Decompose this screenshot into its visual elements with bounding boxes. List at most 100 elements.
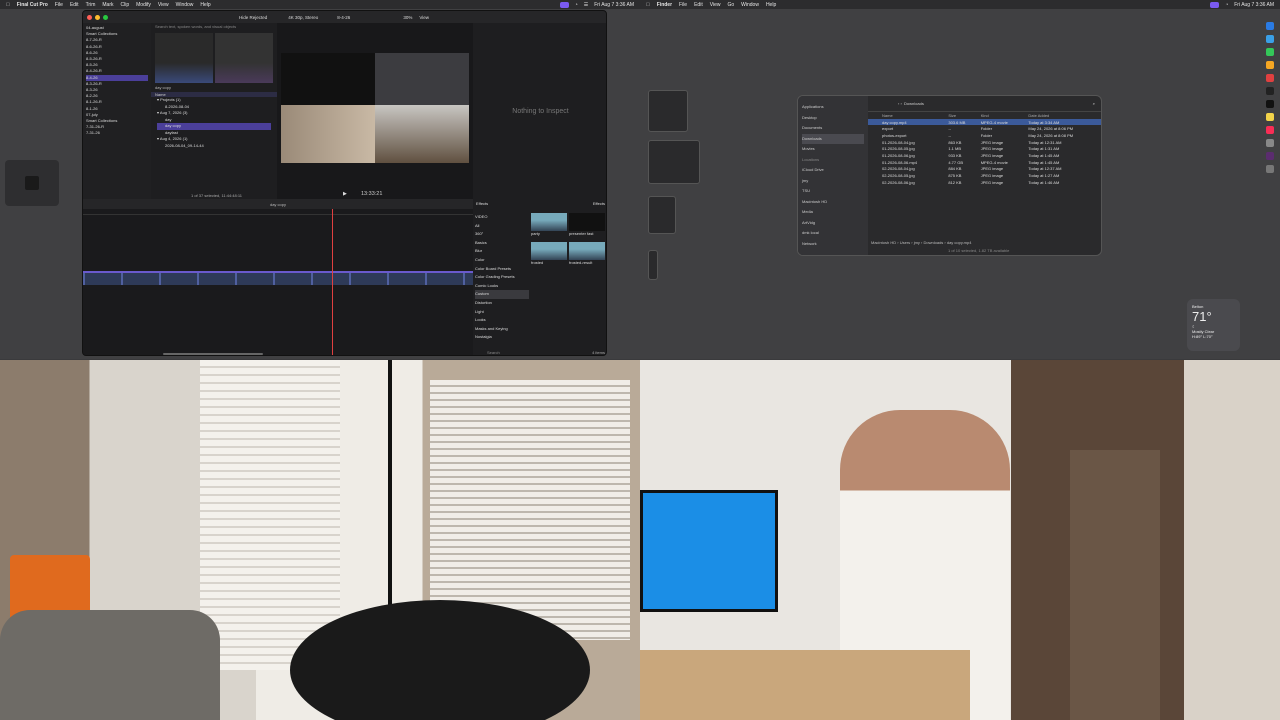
- menu-file[interactable]: File: [55, 2, 63, 8]
- mini-window[interactable]: [648, 250, 658, 280]
- effects-tab[interactable]: Effects: [593, 201, 605, 206]
- effects-category[interactable]: Masks and Keying: [475, 325, 529, 334]
- photos-icon[interactable]: [1266, 61, 1274, 69]
- mini-window[interactable]: [648, 140, 700, 184]
- finder-icon[interactable]: [1266, 22, 1274, 30]
- effects-category[interactable]: Looks: [475, 316, 529, 325]
- slack-icon[interactable]: [1266, 152, 1274, 160]
- effects-category[interactable]: Color Board Presets: [475, 265, 529, 274]
- trash-icon[interactable]: [1266, 165, 1274, 173]
- file-row[interactable]: 01-2026-08-04.jpg 863 KB JPEG image Today a…: [868, 139, 1101, 146]
- menu-view[interactable]: View: [158, 2, 169, 8]
- effects-search[interactable]: Search: [487, 350, 500, 355]
- column-header[interactable]: Name: [868, 112, 946, 119]
- effect-thumbnail[interactable]: frosted: [531, 242, 567, 265]
- effects-category[interactable]: All: [475, 222, 529, 231]
- sidebar-item[interactable]: TSU: [802, 186, 864, 197]
- menu-go[interactable]: Go: [727, 2, 734, 8]
- file-row[interactable]: export -- Folder May 24, 2026 at 8:06 PM: [868, 125, 1101, 132]
- file-row[interactable]: day copy.mp4 303.6 MB MPEG-4 movie Today at…: [868, 118, 1101, 126]
- effects-category[interactable]: Comic Looks: [475, 282, 529, 291]
- path-segment[interactable]: day copy.mp4: [947, 240, 972, 245]
- timeline[interactable]: [83, 209, 473, 355]
- search-icon[interactable]: ⌕: [1093, 101, 1095, 106]
- file-row[interactable]: 02-2026-08-05.jpg 875 KB JPEG image Today a…: [868, 172, 1101, 179]
- sidebar-item[interactable]: Downloads: [802, 133, 864, 144]
- effects-category[interactable]: Color: [475, 256, 529, 265]
- playhead[interactable]: [332, 209, 333, 355]
- forward-icon[interactable]: ›: [900, 101, 901, 106]
- menu-edit[interactable]: Edit: [70, 2, 79, 8]
- effects-category[interactable]: Light: [475, 308, 529, 317]
- effects-category[interactable]: Basics: [475, 239, 529, 248]
- effect-thumbnail[interactable]: party: [531, 213, 567, 236]
- terminal-icon[interactable]: [1266, 100, 1274, 108]
- file-row[interactable]: 01-2026-08-06.mp4 4.77 GB MPEG-4 movie Toda…: [868, 159, 1101, 166]
- menu-trim[interactable]: Trim: [86, 2, 96, 8]
- file-row[interactable]: 02-2026-08-06.jpg 812 KB JPEG image Today a…: [868, 179, 1101, 186]
- menu-mark[interactable]: Mark: [102, 2, 113, 8]
- chrome-icon[interactable]: [1266, 74, 1274, 82]
- effects-category[interactable]: Distortion: [475, 299, 529, 308]
- messages-icon[interactable]: [1266, 48, 1274, 56]
- file-row[interactable]: photos-export -- Folder May 24, 2026 at 8:0…: [868, 132, 1101, 139]
- close-button[interactable]: [87, 14, 92, 20]
- wifi-icon[interactable]: ◔: [1225, 2, 1228, 8]
- menu-window[interactable]: Window: [741, 2, 759, 8]
- sidebar-item[interactable]: Media: [802, 207, 864, 218]
- library-item[interactable]: 7-31-26: [86, 130, 148, 136]
- zoom-button[interactable]: [103, 14, 108, 20]
- play-icon[interactable]: ▶: [343, 191, 347, 197]
- sidebar-item[interactable]: ArtVidg: [802, 218, 864, 229]
- sidebar-item[interactable]: Applications: [802, 102, 864, 113]
- fcp-icon[interactable]: [1266, 87, 1274, 95]
- menubar-clock[interactable]: Fri Aug 7 3:36 AM: [594, 2, 634, 8]
- apple-menu-icon[interactable]: : [646, 2, 650, 8]
- hide-rejected-filter[interactable]: Hide Rejected: [239, 15, 267, 20]
- column-header[interactable]: Kind: [979, 112, 1027, 119]
- mini-window[interactable]: [648, 196, 676, 234]
- app-menu[interactable]: Finder: [657, 2, 672, 8]
- sidebar-item[interactable]: Documents: [802, 123, 864, 134]
- menubar-clock[interactable]: Fri Aug 7 3:36 AM: [1234, 2, 1274, 8]
- effects-category[interactable]: Blur: [475, 247, 529, 256]
- search-input[interactable]: Search text, spoken words, and visual ob…: [151, 23, 277, 31]
- menu-clip[interactable]: Clip: [121, 2, 130, 8]
- screen-record-icon[interactable]: [1210, 1, 1220, 8]
- sidebar-item[interactable]: iCloud Drive: [802, 165, 864, 176]
- menu-file[interactable]: File: [679, 2, 687, 8]
- back-icon[interactable]: ‹: [898, 101, 899, 106]
- sidebar-item[interactable]: Desktop: [802, 113, 864, 124]
- column-header[interactable]: Date Added: [1026, 112, 1101, 119]
- settings-icon[interactable]: [1266, 139, 1274, 147]
- screen-record-icon[interactable]: [559, 1, 569, 8]
- sidebar-item[interactable]: Movies: [802, 144, 864, 155]
- path-segment[interactable]: Downloads: [924, 240, 944, 245]
- safari-icon[interactable]: [1266, 35, 1274, 43]
- view-popup[interactable]: View: [419, 15, 429, 20]
- sidebar-item[interactable]: jmy: [802, 176, 864, 187]
- effect-thumbnail[interactable]: frosted-result: [569, 242, 605, 265]
- wifi-icon[interactable]: ◔: [575, 2, 578, 8]
- menu-help[interactable]: Help: [766, 2, 776, 8]
- app-menu[interactable]: Final Cut Pro: [17, 2, 48, 8]
- music-icon[interactable]: [1266, 126, 1274, 134]
- effects-category[interactable]: Custom: [475, 290, 529, 299]
- control-center-icon[interactable]: ☰: [584, 2, 588, 8]
- effect-thumbnail[interactable]: presenter fast: [569, 213, 605, 236]
- weather-widget[interactable]: Belton 71° ☾ Mostly Clear H:89° L:70°: [1187, 299, 1240, 351]
- menu-edit[interactable]: Edit: [694, 2, 703, 8]
- mini-window[interactable]: [648, 90, 688, 132]
- notes-icon[interactable]: [1266, 113, 1274, 121]
- column-header[interactable]: Size: [946, 112, 978, 119]
- menu-view[interactable]: View: [710, 2, 721, 8]
- primary-storyline[interactable]: [83, 271, 473, 285]
- sidebar-item[interactable]: Macintosh HD: [802, 197, 864, 208]
- effects-category[interactable]: Nostalgia: [475, 333, 529, 342]
- sidebar-item[interactable]: Network: [802, 239, 864, 250]
- zoom-popup[interactable]: 30%: [403, 15, 412, 20]
- viewer[interactable]: 13:33:21 ▶: [277, 23, 473, 199]
- sidebar-item[interactable]: dmk local: [802, 228, 864, 239]
- effects-category[interactable]: 360°: [475, 230, 529, 239]
- menu-window[interactable]: Window: [176, 2, 194, 8]
